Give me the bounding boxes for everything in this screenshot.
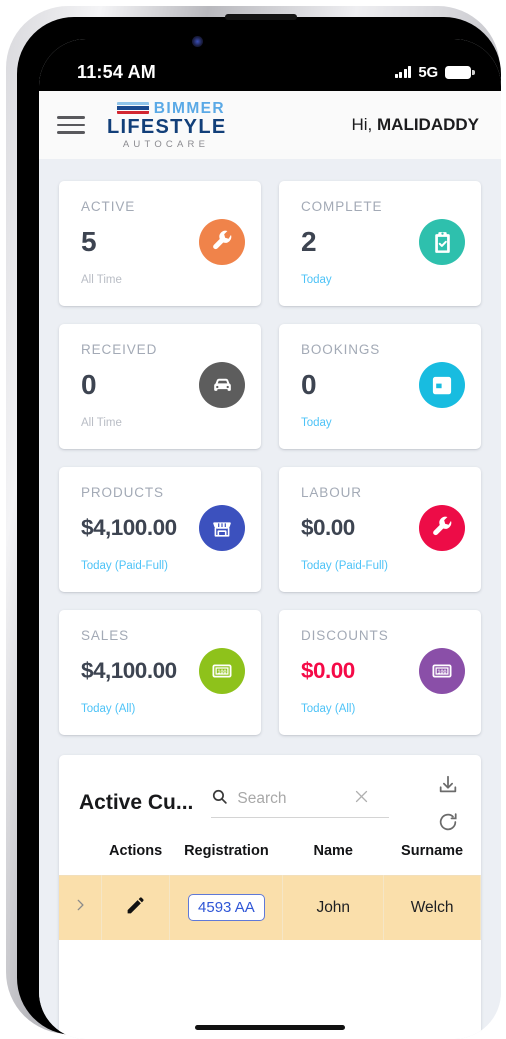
- speaker-slot: [225, 14, 297, 20]
- active-customers-table: Actions Registration Name Surname 4593 AA Jo…: [59, 841, 481, 940]
- stat-footer[interactable]: Today (All): [81, 703, 245, 715]
- bmw-stripes-icon: [116, 102, 149, 114]
- table-header-surname: Surname: [401, 843, 464, 859]
- stat-footer: All Time: [81, 274, 122, 286]
- panel-toolbar: Active Cu...: [59, 755, 481, 841]
- stat-value: $0.00: [301, 658, 355, 683]
- table-body: 4593 AA John Welch: [59, 875, 481, 940]
- stat-value: 5: [81, 226, 97, 257]
- stat-footer[interactable]: Today (Paid-Full): [301, 560, 465, 572]
- stat-label: BOOKINGS: [301, 342, 381, 357]
- calendar-icon: [419, 362, 465, 408]
- table-row[interactable]: 4593 AA John Welch: [59, 875, 481, 940]
- table-header-expand: [59, 841, 101, 876]
- refresh-icon[interactable]: [437, 811, 459, 833]
- stat-value: $0.00: [301, 515, 355, 540]
- stat-value: 0: [301, 369, 317, 400]
- wrench-icon: [199, 219, 245, 265]
- greeting: Hi, MALIDADDY: [352, 115, 480, 135]
- stat-value: 2: [301, 226, 317, 257]
- table-header-name: Name: [313, 843, 354, 859]
- status-bar: 11:54 AM 5G: [39, 39, 501, 91]
- stat-label: ACTIVE: [81, 199, 136, 214]
- stats-grid: ACTIVE 5 All Time COMPLETE 2 Today RECEIVED 0 Al…: [59, 159, 481, 735]
- status-time: 11:54 AM: [77, 61, 156, 82]
- table-header-registration: Registration: [184, 843, 269, 859]
- name-cell: John: [282, 875, 385, 940]
- network-label: 5G: [418, 63, 438, 81]
- phone-screen: 11:54 AM 5G BIMMER LIFESTYLE AUTOCARE Hi…: [39, 39, 501, 1039]
- registration-cell: 4593 AA: [169, 875, 284, 940]
- stat-footer[interactable]: Today (All): [301, 703, 465, 715]
- stat-label: RECEIVED: [81, 342, 158, 357]
- close-icon[interactable]: [354, 789, 369, 809]
- dashboard-content: ACTIVE 5 All Time COMPLETE 2 Today RECEIVED 0 Al…: [39, 159, 501, 1039]
- search-input[interactable]: [237, 790, 346, 808]
- phone-frame: 11:54 AM 5G BIMMER LIFESTYLE AUTOCARE Hi…: [6, 6, 501, 1039]
- app-header: BIMMER LIFESTYLE AUTOCARE Hi, MALIDADDY: [39, 91, 501, 159]
- stat-label: SALES: [81, 628, 130, 643]
- stat-card-discounts[interactable]: DISCOUNTS $0.00 100 Today (All): [279, 610, 481, 735]
- stat-card-sales[interactable]: SALES $4,100.00 100 Today (All): [59, 610, 261, 735]
- brand-logo: BIMMER LIFESTYLE AUTOCARE: [107, 99, 227, 150]
- table-header-actions: Actions: [109, 843, 163, 859]
- stat-card-received[interactable]: RECEIVED 0 All Time: [59, 324, 261, 449]
- stat-card-complete[interactable]: COMPLETE 2 Today: [279, 181, 481, 306]
- panel-title: Active Cu...: [79, 791, 194, 814]
- toolbar-actions: [437, 774, 473, 833]
- greeting-prefix: Hi,: [351, 115, 377, 134]
- chevron-right-icon[interactable]: [73, 899, 87, 918]
- stat-value: $4,100.00: [81, 658, 177, 683]
- registration-plate[interactable]: 4593 AA: [188, 894, 265, 922]
- brand-line-lifestyle: LIFESTYLE: [107, 116, 227, 138]
- front-camera: [192, 36, 203, 47]
- car-icon: [199, 362, 245, 408]
- brand-line-bimmer: BIMMER: [153, 99, 225, 117]
- stat-card-active[interactable]: ACTIVE 5 All Time: [59, 181, 261, 306]
- svg-text:100: 100: [438, 670, 447, 676]
- actions-cell[interactable]: [101, 875, 171, 940]
- banknote-icon: 100: [419, 648, 465, 694]
- stat-footer[interactable]: Today (Paid-Full): [81, 560, 245, 572]
- stat-footer[interactable]: Today: [301, 417, 465, 429]
- stat-label: PRODUCTS: [81, 485, 164, 500]
- search-box[interactable]: [211, 788, 390, 818]
- battery-full-icon: [445, 65, 475, 79]
- stat-value: 0: [81, 369, 97, 400]
- active-customers-panel: Active Cu... Search Actions Registration…: [59, 755, 481, 1039]
- table-head: Actions Registration Name Surname: [59, 841, 481, 876]
- stat-card-products[interactable]: PRODUCTS $4,100.00 Today (Paid-Full): [59, 467, 261, 592]
- stat-label: LABOUR: [301, 485, 362, 500]
- signal-bars-icon: [394, 66, 412, 78]
- store-icon: [199, 505, 245, 551]
- wrench-icon: [419, 505, 465, 551]
- stat-footer[interactable]: Today: [301, 274, 465, 286]
- surname-cell: Welch: [383, 875, 481, 940]
- stat-footer: All Time: [81, 417, 122, 429]
- svg-text:100: 100: [218, 670, 227, 676]
- expand-cell[interactable]: [59, 875, 102, 940]
- stat-card-bookings[interactable]: BOOKINGS 0 Today: [279, 324, 481, 449]
- phone-bezel: 11:54 AM 5G BIMMER LIFESTYLE AUTOCARE Hi…: [17, 17, 501, 1039]
- clipboard-check-icon: [419, 219, 465, 265]
- banknote-icon: 100: [199, 648, 245, 694]
- home-indicator: [195, 1025, 345, 1030]
- brand-line-autocare: AUTOCARE: [122, 139, 210, 150]
- search-icon: [211, 788, 228, 810]
- stat-value: $4,100.00: [81, 515, 177, 540]
- pencil-icon[interactable]: [125, 897, 146, 920]
- download-icon[interactable]: [437, 774, 459, 796]
- stat-label: DISCOUNTS: [301, 628, 389, 643]
- stat-label: COMPLETE: [301, 199, 383, 214]
- table-header-row: Actions Registration Name Surname: [59, 841, 481, 876]
- hamburger-menu-icon[interactable]: [57, 116, 85, 134]
- stat-card-labour[interactable]: LABOUR $0.00 Today (Paid-Full): [279, 467, 481, 592]
- greeting-username: MALIDADDY: [377, 115, 479, 134]
